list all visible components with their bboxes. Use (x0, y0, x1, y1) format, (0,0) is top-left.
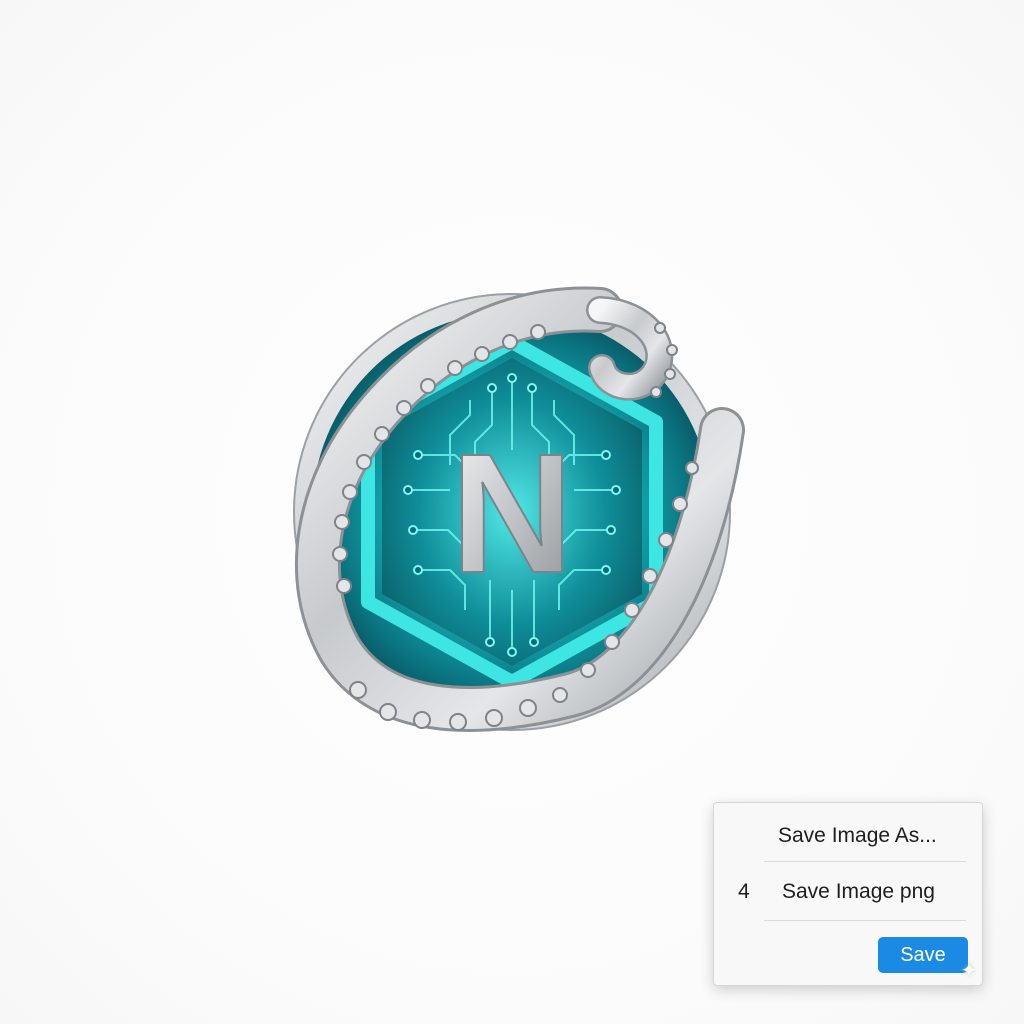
save-context-menu: Save Image As... 4 Save Image png Save (713, 802, 983, 986)
menu-item-save-image-as[interactable]: Save Image As... (714, 811, 982, 861)
menu-item-number: 4 (738, 880, 750, 903)
octopus-chip-logo: N (270, 250, 750, 750)
sparkle-icon: ✦ (960, 960, 978, 982)
menu-divider (764, 861, 966, 862)
image-viewer-canvas: N Save Image As... 4 Save Image png Save… (0, 0, 1024, 1024)
save-button[interactable]: Save (878, 937, 968, 973)
menu-item-label: Save Image As... (778, 824, 937, 847)
menu-item-label: Save Image png (782, 880, 935, 903)
menu-item-save-image-png[interactable]: 4 Save Image png (714, 867, 982, 917)
logo-letter: N (451, 419, 574, 609)
menu-divider (764, 920, 966, 921)
